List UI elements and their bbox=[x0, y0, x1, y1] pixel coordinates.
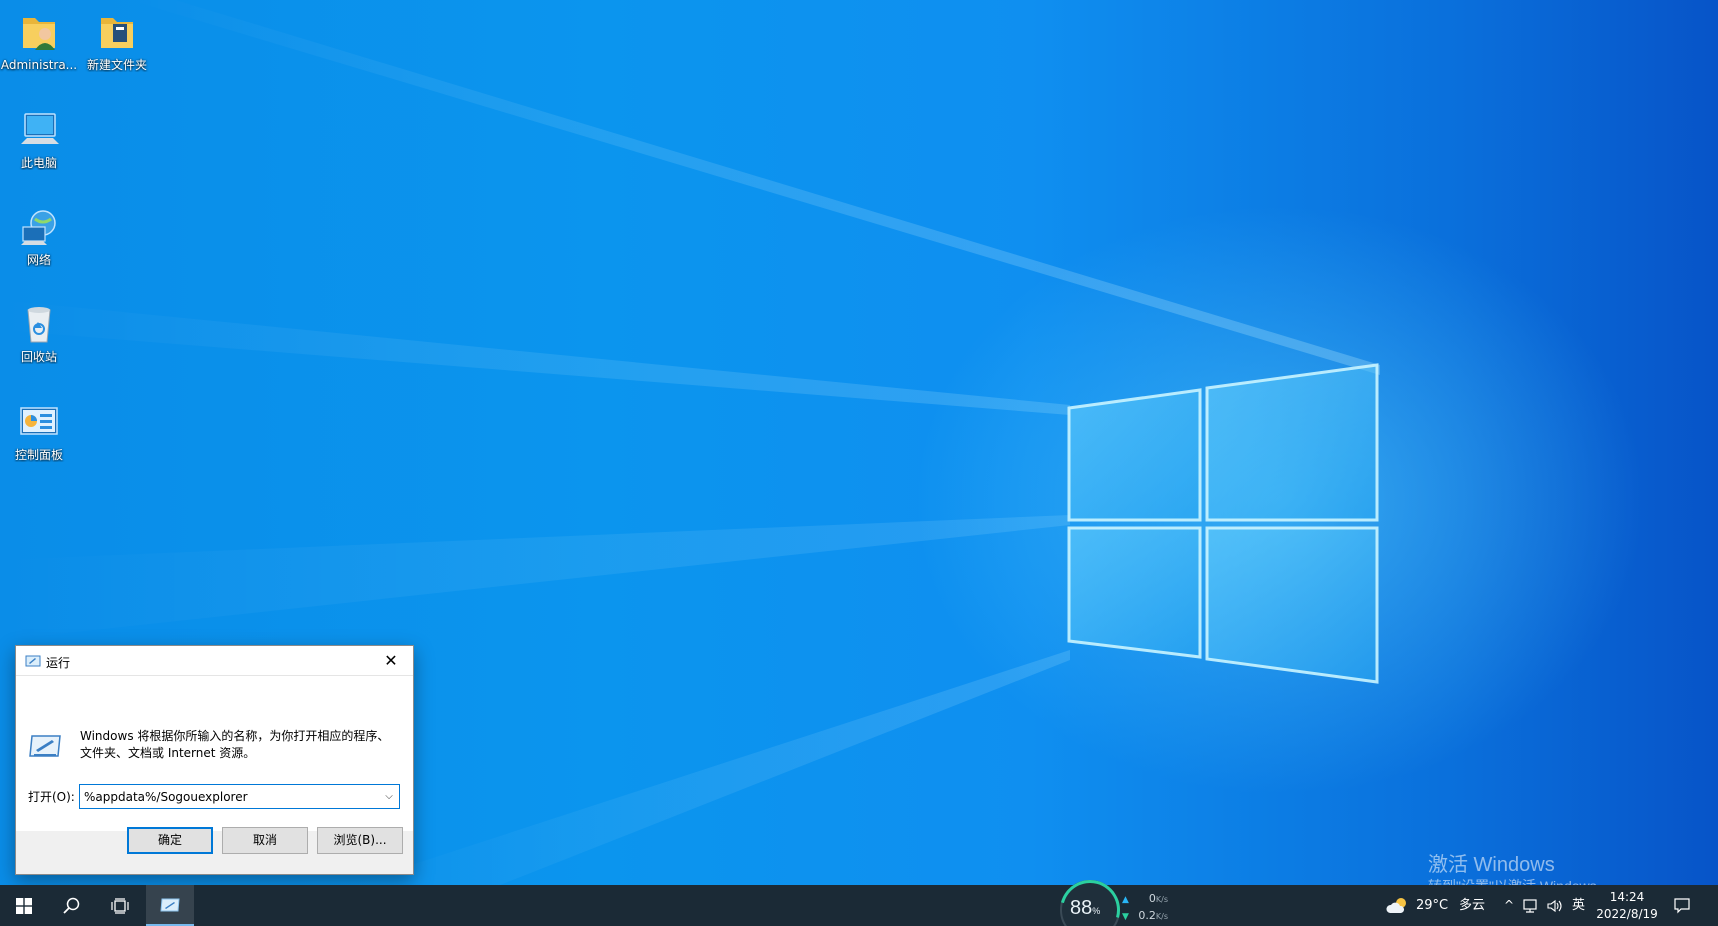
desktop-icon-label: 新建文件夹 bbox=[86, 58, 147, 72]
desktop-icon-this-pc[interactable]: 此电脑 bbox=[0, 108, 78, 170]
desktop-icon-label: 此电脑 bbox=[20, 156, 57, 170]
tray-chevron-icon[interactable]: ^ bbox=[1504, 885, 1514, 926]
task-view-icon bbox=[111, 897, 129, 914]
ime-indicator[interactable]: 英 bbox=[1572, 885, 1585, 926]
run-large-icon bbox=[29, 735, 61, 757]
desktop-icon-network[interactable]: 网络 bbox=[0, 205, 78, 267]
taskbar-run-app[interactable] bbox=[146, 885, 194, 926]
open-input[interactable] bbox=[80, 785, 376, 808]
run-dialog-title: 运行 bbox=[46, 656, 71, 670]
weather-temp[interactable]: 29°C bbox=[1416, 885, 1448, 926]
weather-condition[interactable]: 多云 bbox=[1459, 885, 1485, 926]
computer-icon bbox=[21, 113, 59, 144]
run-dialog-titlebar[interactable]: 运行 ✕ bbox=[16, 646, 413, 676]
notification-button[interactable] bbox=[1660, 885, 1704, 926]
run-description-line1: Windows 将根据你所输入的名称，为你打开相应的程序、 bbox=[80, 729, 390, 743]
run-description: Windows 将根据你所输入的名称，为你打开相应的程序、 文件夹、文档或 In… bbox=[80, 728, 400, 762]
recycle-bin-icon bbox=[27, 307, 51, 343]
desktop-icon-new-folder[interactable]: 新建文件夹 bbox=[78, 10, 156, 72]
desktop-icon-control-panel[interactable]: 控制面板 bbox=[0, 400, 78, 462]
watermark-subtitle: 转到"设置"以激活 Windows。 bbox=[1428, 877, 1611, 885]
activation-watermark: 激活 Windows 转到"设置"以激活 Windows。 bbox=[1428, 853, 1611, 885]
volume-control[interactable] bbox=[1546, 885, 1564, 926]
browse-button[interactable]: 浏览(B)... bbox=[317, 827, 403, 854]
user-folder-icon bbox=[23, 18, 55, 50]
network-speeds: ▲ 0K/s ▼ 0.2K/s bbox=[1122, 892, 1176, 926]
partly-cloudy-icon bbox=[1386, 898, 1406, 913]
taskbar: 29°C 多云 ^ 英 14:24 2022/8/19 bbox=[0, 885, 1718, 926]
search-icon bbox=[63, 897, 80, 914]
open-label: 打开(O): bbox=[28, 790, 75, 804]
desktop-icon-recycle-bin[interactable]: 回收站 bbox=[0, 302, 78, 364]
control-panel-icon bbox=[20, 407, 58, 435]
speaker-icon bbox=[1547, 899, 1562, 913]
windows-logo-icon bbox=[16, 897, 32, 914]
network-status[interactable] bbox=[1522, 885, 1540, 926]
run-dialog[interactable]: 运行 ✕ Windows 将根据你所输入的名称，为你打开相应的程序、 文件夹、文… bbox=[15, 645, 414, 875]
start-button[interactable] bbox=[0, 885, 48, 926]
ok-button[interactable]: 确定 bbox=[127, 827, 213, 854]
close-button[interactable]: ✕ bbox=[369, 646, 413, 676]
run-description-line2: 文件夹、文档或 Internet 资源。 bbox=[80, 746, 256, 760]
watermark-title: 激活 Windows bbox=[1428, 854, 1555, 876]
task-view-button[interactable] bbox=[96, 885, 144, 926]
upload-speed: ▲ 0K/s bbox=[1122, 892, 1168, 905]
download-speed: ▼ 0.2K/s bbox=[1122, 909, 1168, 922]
clock-time: 14:24 bbox=[1609, 890, 1645, 904]
run-app-icon bbox=[160, 898, 180, 911]
upload-arrow-icon: ▲ bbox=[1122, 895, 1129, 905]
download-arrow-icon: ▼ bbox=[1122, 912, 1129, 922]
weather-widget[interactable] bbox=[1386, 885, 1410, 926]
desktop-icon-label: Administra... bbox=[0, 58, 78, 72]
desktop-icon-label: 回收站 bbox=[20, 350, 57, 364]
close-icon: ✕ bbox=[384, 651, 398, 670]
open-combobox[interactable]: ⌵ bbox=[79, 784, 400, 809]
desktop-icon-administrator[interactable]: Administra... bbox=[0, 10, 78, 72]
run-dialog-body: Windows 将根据你所输入的名称，为你打开相应的程序、 文件夹、文档或 In… bbox=[16, 676, 413, 831]
ethernet-icon bbox=[1523, 899, 1537, 913]
run-app-icon bbox=[25, 655, 41, 667]
search-button[interactable] bbox=[48, 885, 96, 926]
usage-percent: 88% bbox=[1070, 897, 1101, 919]
chevron-down-icon[interactable]: ⌵ bbox=[379, 785, 399, 808]
folder-icon bbox=[101, 18, 133, 48]
desktop-icon-label: 网络 bbox=[26, 253, 51, 267]
clock-date: 2022/8/19 bbox=[1596, 907, 1658, 921]
desktop-icon-label: 控制面板 bbox=[14, 448, 63, 462]
cancel-button[interactable]: 取消 bbox=[222, 827, 308, 854]
network-monitor-widget[interactable]: 88% ▲ 0K/s ▼ 0.2K/s bbox=[1049, 869, 1180, 926]
notification-icon bbox=[1674, 897, 1690, 913]
network-icon bbox=[21, 210, 56, 245]
clock[interactable]: 14:24 2022/8/19 bbox=[1592, 889, 1662, 923]
